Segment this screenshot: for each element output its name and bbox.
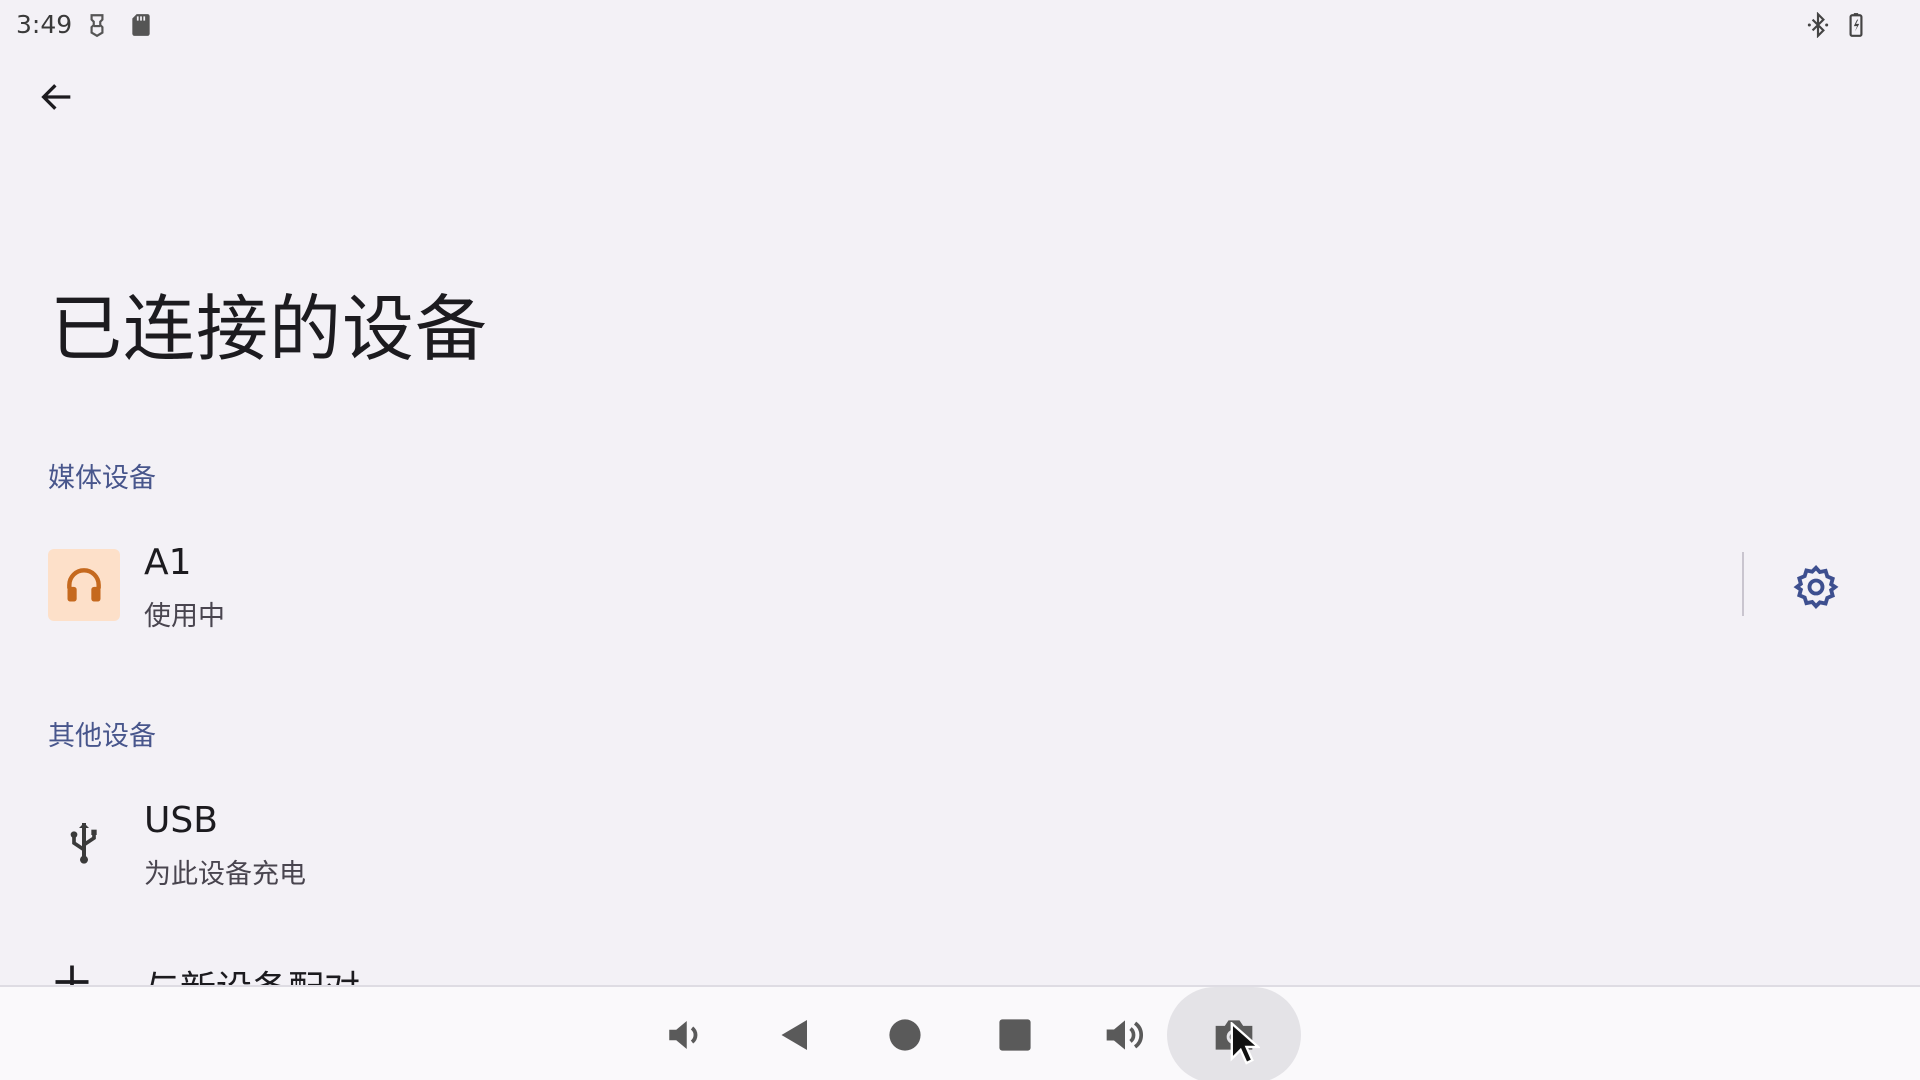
screen: 3:49 已连接的设备 媒体设备 A1 使用中 其他设备 USB 为此设备充电: [0, 0, 1920, 1080]
device-icon-box: [48, 807, 120, 879]
bluetooth-icon: [1805, 11, 1831, 39]
volume-down-icon: [669, 1021, 698, 1049]
nav-recents-button[interactable]: [975, 995, 1055, 1075]
row-divider: [1742, 552, 1744, 616]
sd-card-icon: [128, 12, 154, 38]
device-icon-box: [48, 549, 120, 621]
volume-down-button[interactable]: [645, 995, 725, 1075]
device-row-usb[interactable]: USB 为此设备充电: [0, 780, 1920, 910]
volume-up-button[interactable]: [1085, 995, 1165, 1075]
gear-icon: [1793, 565, 1839, 609]
device-row-a1[interactable]: A1 使用中: [0, 522, 1920, 652]
usb-icon: [70, 823, 97, 864]
arrow-back-icon: [41, 84, 71, 110]
device-name: USB: [144, 800, 218, 841]
mouse-cursor-icon: [1230, 1022, 1260, 1065]
back-triangle-icon: [781, 1020, 807, 1050]
page-title: 已连接的设备: [50, 287, 489, 371]
navigation-bar: [0, 985, 1920, 1080]
volume-up-icon: [1106, 1020, 1143, 1050]
headphones-icon: [67, 568, 101, 602]
status-bar: 3:49: [0, 0, 1920, 50]
nav-home-button[interactable]: [865, 995, 945, 1075]
device-status: 为此设备充电: [144, 859, 306, 890]
back-button[interactable]: [30, 70, 84, 124]
usb-debug-icon: [84, 12, 110, 38]
recents-square-icon: [999, 1019, 1031, 1051]
status-time: 3:49: [16, 10, 73, 39]
battery-charging-icon: [1843, 12, 1869, 38]
device-settings-button[interactable]: [1786, 557, 1846, 617]
section-header-other: 其他设备: [48, 721, 156, 752]
device-status: 使用中: [144, 601, 225, 632]
nav-back-button[interactable]: [755, 995, 835, 1075]
home-circle-icon: [889, 1019, 921, 1051]
section-header-media: 媒体设备: [48, 463, 156, 494]
device-name: A1: [144, 542, 192, 583]
